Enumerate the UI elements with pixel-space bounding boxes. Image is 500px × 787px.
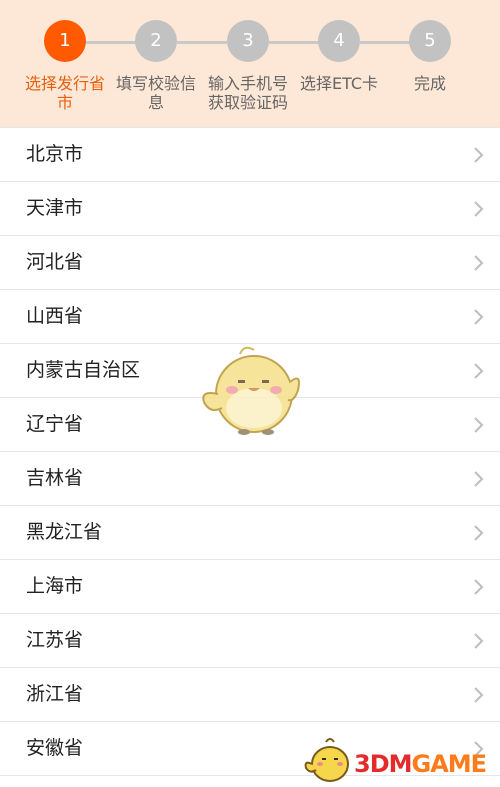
province-item[interactable]: 山西省 <box>0 290 500 344</box>
province-item[interactable]: 浙江省 <box>0 668 500 722</box>
step-1: 1 选择发行省市 <box>23 20 107 112</box>
chevron-right-icon <box>474 633 484 649</box>
province-name: 天津市 <box>26 197 84 219</box>
chevron-right-icon <box>474 687 484 703</box>
mascot-watermark-icon <box>202 346 300 435</box>
chevron-right-icon <box>474 255 484 271</box>
province-item[interactable]: 上海市 <box>0 560 500 614</box>
province-name: 黑龙江省 <box>26 521 103 543</box>
province-name: 河北省 <box>26 251 84 273</box>
step-number: 3 <box>227 20 269 62</box>
step-label: 填写校验信息 <box>115 74 196 112</box>
province-name: 辽宁省 <box>26 413 84 435</box>
chevron-right-icon <box>474 147 484 163</box>
watermark-rest: GAME <box>411 750 488 778</box>
province-name: 山西省 <box>26 305 84 327</box>
step-4: 4 选择ETC卡 <box>297 20 381 93</box>
chevron-right-icon <box>474 417 484 433</box>
chevron-right-icon <box>474 471 484 487</box>
step-number: 2 <box>135 20 177 62</box>
watermark-mascot-icon <box>304 738 349 782</box>
province-item[interactable]: 江苏省 <box>0 614 500 668</box>
step-label: 输入手机号获取验证码 <box>207 74 288 112</box>
watermark-number: 3DM <box>354 750 413 778</box>
chevron-right-icon <box>474 201 484 217</box>
step-3: 3 输入手机号获取验证码 <box>206 20 290 112</box>
step-progress-header: 1 选择发行省市 2 填写校验信息 3 输入手机号获取验证码 4 选择ETC卡 … <box>0 0 500 127</box>
chevron-right-icon <box>474 579 484 595</box>
chevron-right-icon <box>474 525 484 541</box>
step-number: 5 <box>409 20 451 62</box>
watermark-text: 3DMGAME <box>354 750 488 778</box>
step-5: 5 完成 <box>388 20 472 93</box>
step-label: 完成 <box>413 74 446 93</box>
province-item[interactable]: 天津市 <box>0 182 500 236</box>
step-label: 选择发行省市 <box>24 74 105 112</box>
chevron-right-icon <box>474 309 484 325</box>
province-item[interactable]: 河北省 <box>0 236 500 290</box>
step-number: 1 <box>44 20 86 62</box>
step-label: 选择ETC卡 <box>299 74 379 93</box>
step-2: 2 填写校验信息 <box>114 20 198 112</box>
province-item[interactable]: 黑龙江省 <box>0 506 500 560</box>
province-name: 内蒙古自治区 <box>26 359 141 381</box>
province-name: 浙江省 <box>26 683 84 705</box>
province-name: 江苏省 <box>26 629 84 651</box>
province-name: 北京市 <box>26 143 84 165</box>
province-item[interactable]: 北京市 <box>0 128 500 182</box>
step-number: 4 <box>318 20 360 62</box>
site-watermark: 3DMGAME <box>302 736 500 787</box>
province-name: 安徽省 <box>26 737 84 759</box>
province-list: 北京市 天津市 河北省 山西省 内蒙古自治区 辽宁省 吉林省 黑龙江省 上海市 … <box>0 127 500 776</box>
province-name: 吉林省 <box>26 467 84 489</box>
chevron-right-icon <box>474 363 484 379</box>
province-item[interactable]: 吉林省 <box>0 452 500 506</box>
province-name: 上海市 <box>26 575 84 597</box>
